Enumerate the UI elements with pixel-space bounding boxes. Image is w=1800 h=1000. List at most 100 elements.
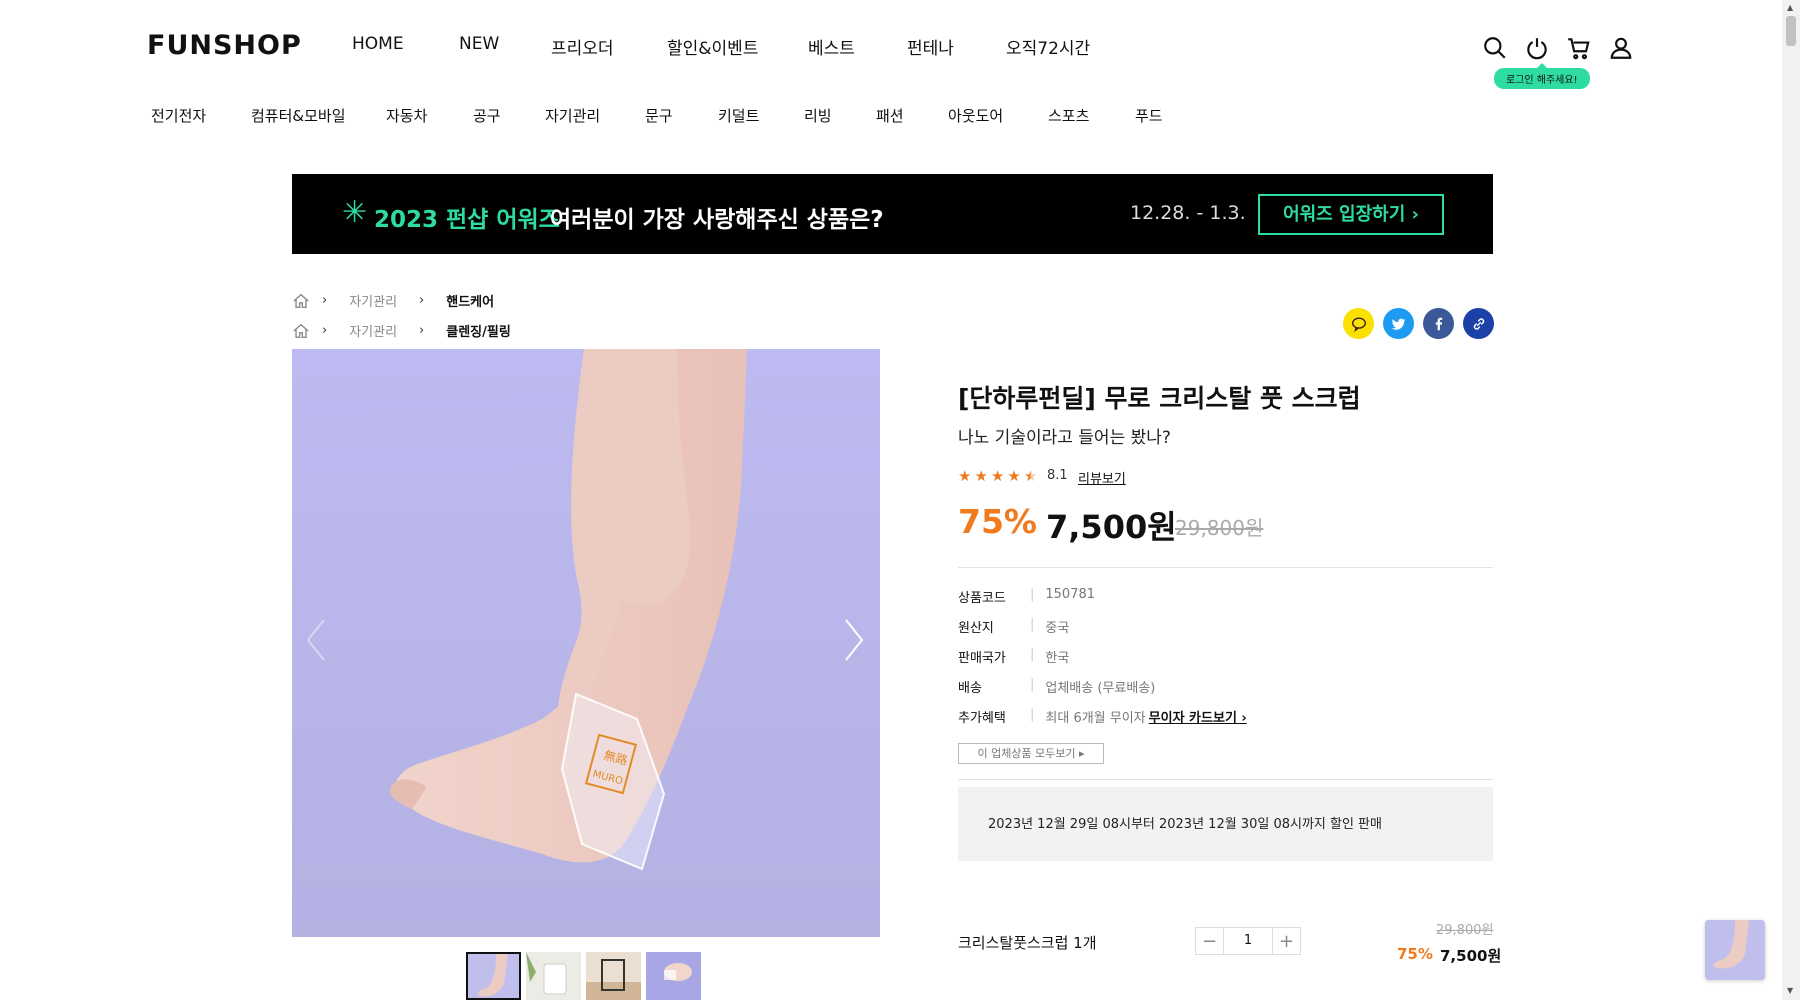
nav-new[interactable]: NEW bbox=[459, 34, 499, 54]
info-row-shipping: 배송 | 업체배송 (무료배송) bbox=[958, 677, 1155, 696]
info-value: 중국 bbox=[1045, 621, 1070, 636]
option-price: 7,500원 bbox=[1440, 947, 1502, 965]
category-stationery[interactable]: 문구 bbox=[645, 105, 673, 126]
product-thumbnail-1[interactable] bbox=[466, 952, 521, 1000]
option-original-price: 29,800원 bbox=[1436, 923, 1494, 938]
asterisk-icon: ✳ bbox=[342, 195, 368, 230]
category-outdoor[interactable]: 아웃도어 bbox=[948, 105, 1003, 126]
banner-date: 12.28. - 1.3. bbox=[1130, 202, 1246, 224]
power-icon[interactable] bbox=[1522, 33, 1552, 63]
info-value: 한국 bbox=[1045, 651, 1070, 666]
info-label: 상품코드 bbox=[958, 591, 1006, 606]
product-subtitle: 나노 기술이라고 들어는 봤나? bbox=[958, 428, 1171, 448]
breadcrumb: › 자기관리 › 핸드케어 bbox=[292, 291, 494, 310]
star-icon: ★ bbox=[958, 467, 972, 485]
nav-only72[interactable]: 오직72시간 bbox=[1006, 34, 1090, 59]
twitter-icon[interactable] bbox=[1383, 308, 1414, 339]
floating-product-thumbnail[interactable] bbox=[1705, 920, 1765, 980]
link-icon[interactable] bbox=[1463, 308, 1494, 339]
product-thumbnail-4[interactable] bbox=[646, 952, 701, 1000]
rating-score: 8.1 bbox=[1047, 468, 1068, 483]
chevron-right-icon: › bbox=[419, 323, 425, 338]
nav-home[interactable]: HOME bbox=[352, 34, 404, 54]
info-row-country: 판매국가 | 한국 bbox=[958, 647, 1069, 666]
quantity-value[interactable]: 1 bbox=[1223, 928, 1273, 954]
info-row-code: 상품코드 | 150781 bbox=[958, 587, 1095, 606]
divider: | bbox=[1030, 647, 1035, 662]
category-living[interactable]: 리빙 bbox=[804, 105, 832, 126]
prev-image-arrow[interactable] bbox=[302, 615, 332, 665]
home-icon[interactable] bbox=[292, 322, 310, 340]
nav-best[interactable]: 베스트 bbox=[808, 34, 855, 59]
scroll-up-icon[interactable]: ▲ bbox=[1787, 3, 1793, 12]
rating-stars: ★ ★ ★ ★ ★ bbox=[958, 468, 1037, 484]
login-tooltip: 로그인 해주세요! bbox=[1494, 63, 1590, 89]
awards-banner[interactable]: ✳ 2023 펀샵 어워즈 여러분이 가장 사랑해주신 상품은? 12.28. … bbox=[292, 174, 1493, 254]
quantity-stepper: − 1 + bbox=[1195, 927, 1301, 955]
divider bbox=[958, 779, 1493, 780]
review-link[interactable]: 리뷰보기 bbox=[1078, 468, 1126, 487]
banner-highlight: 2023 펀샵 어워즈 bbox=[374, 207, 560, 233]
quantity-plus-button[interactable]: + bbox=[1273, 928, 1300, 954]
category-electronics[interactable]: 전기전자 bbox=[151, 105, 206, 126]
kakao-icon[interactable] bbox=[1343, 308, 1374, 339]
category-selfcare[interactable]: 자기관리 bbox=[545, 105, 600, 126]
nav-sale-event[interactable]: 할인&이벤트 bbox=[667, 34, 758, 59]
breadcrumb-level1[interactable]: 자기관리 bbox=[349, 291, 397, 310]
info-label: 판매국가 bbox=[958, 651, 1006, 666]
category-kidult[interactable]: 키덜트 bbox=[718, 105, 759, 126]
product-main-image[interactable]: 無路 MURO bbox=[292, 349, 880, 937]
chevron-right-icon: › bbox=[322, 293, 328, 308]
star-icon: ★ bbox=[974, 467, 988, 485]
scrollbar-thumb[interactable] bbox=[1786, 16, 1796, 46]
half-star-icon: ★ bbox=[1023, 467, 1038, 485]
option-discount-rate: 75% bbox=[1397, 945, 1433, 963]
star-icon: ★ bbox=[1007, 467, 1021, 485]
breadcrumb-level1[interactable]: 자기관리 bbox=[349, 321, 397, 340]
nav-funtena[interactable]: 펀테나 bbox=[907, 34, 954, 59]
info-value: 최대 6개월 무이자 무이자 카드보기 › bbox=[1045, 711, 1247, 726]
product-title: [단하루펀딜] 무로 크리스탈 풋 스크럽 bbox=[958, 384, 1361, 413]
sale-price: 7,500원 bbox=[1046, 508, 1177, 546]
funshop-logo[interactable]: FUNSHOP bbox=[147, 30, 302, 61]
sale-period-notice: 2023년 12월 29일 08시부터 2023년 12월 30일 08시까지 … bbox=[958, 787, 1493, 861]
discount-rate: 75% bbox=[958, 502, 1037, 541]
nav-preorder[interactable]: 프리오더 bbox=[551, 34, 614, 59]
chevron-right-icon: › bbox=[419, 293, 425, 308]
next-image-arrow[interactable] bbox=[838, 615, 868, 665]
product-thumbnail-2[interactable] bbox=[526, 952, 581, 1000]
divider: | bbox=[1030, 587, 1035, 602]
category-tools[interactable]: 공구 bbox=[473, 105, 501, 126]
seller-products-button[interactable]: 이 업체상품 모두보기 ▸ bbox=[958, 743, 1104, 764]
breadcrumb-level2[interactable]: 클렌징/필링 bbox=[446, 321, 511, 340]
product-thumbnail-3[interactable] bbox=[586, 952, 641, 1000]
category-sports[interactable]: 스포츠 bbox=[1048, 105, 1089, 126]
interest-free-card-link[interactable]: 무이자 카드보기 › bbox=[1149, 711, 1247, 726]
scroll-down-icon[interactable]: ▼ bbox=[1787, 986, 1793, 995]
original-price: 29,800원 bbox=[1175, 516, 1264, 540]
chevron-right-icon: › bbox=[322, 323, 328, 338]
info-label: 배송 bbox=[958, 681, 982, 696]
cart-icon[interactable] bbox=[1564, 33, 1594, 63]
category-fashion[interactable]: 패션 bbox=[876, 105, 904, 126]
user-icon[interactable] bbox=[1606, 33, 1636, 63]
category-food[interactable]: 푸드 bbox=[1135, 105, 1163, 126]
info-row-origin: 원산지 | 중국 bbox=[958, 617, 1069, 636]
star-icon: ★ bbox=[990, 467, 1005, 485]
breadcrumb-level2[interactable]: 핸드케어 bbox=[446, 291, 494, 310]
awards-enter-button[interactable]: 어워즈 입장하기 › bbox=[1258, 194, 1444, 235]
category-car[interactable]: 자동차 bbox=[386, 105, 427, 126]
info-value: 업체배송 (무료배송) bbox=[1045, 681, 1156, 696]
page-scrollbar[interactable]: ▲ ▼ bbox=[1782, 0, 1800, 1000]
divider: | bbox=[1030, 617, 1035, 632]
quantity-minus-button[interactable]: − bbox=[1196, 928, 1223, 954]
banner-text: 여러분이 가장 사랑해주신 상품은? bbox=[550, 207, 884, 233]
home-icon[interactable] bbox=[292, 292, 310, 310]
option-name: 크리스탈풋스크럽 1개 bbox=[958, 934, 1097, 952]
info-label: 원산지 bbox=[958, 621, 994, 636]
info-value: 150781 bbox=[1045, 587, 1096, 602]
category-computer-mobile[interactable]: 컴퓨터&모바일 bbox=[251, 105, 346, 126]
divider bbox=[958, 567, 1493, 568]
facebook-icon[interactable] bbox=[1423, 308, 1454, 339]
search-icon[interactable] bbox=[1480, 33, 1510, 63]
